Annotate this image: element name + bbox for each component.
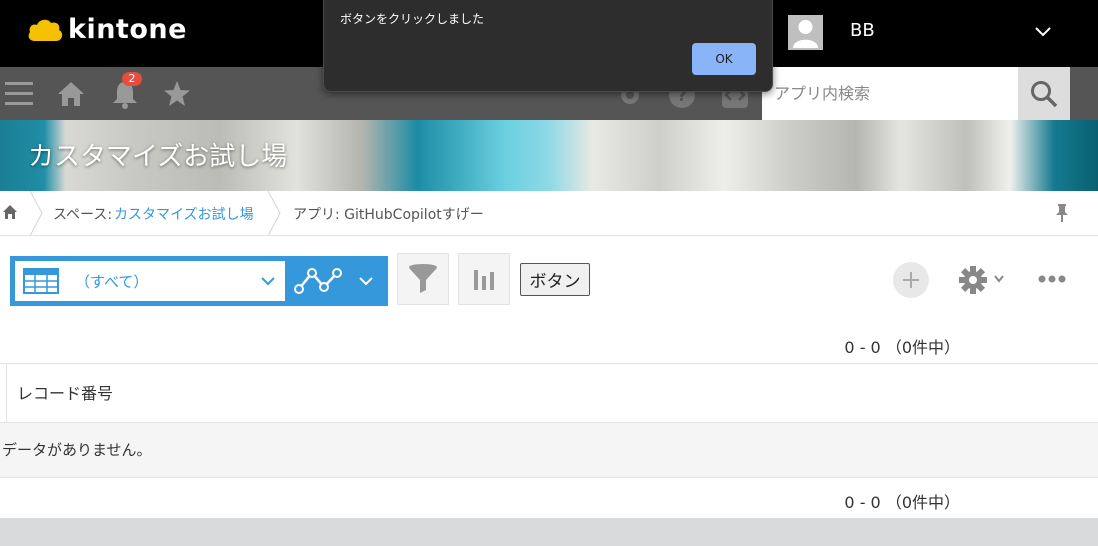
breadcrumb-separator xyxy=(267,191,281,236)
record-count-bottom: 0 - 0 （0件中） xyxy=(844,493,960,512)
plus-icon xyxy=(903,272,919,288)
cloud-logo-icon xyxy=(28,19,63,41)
custom-button[interactable]: ボタン xyxy=(520,263,590,296)
user-icon xyxy=(793,20,818,48)
filter-icon xyxy=(409,264,437,293)
home-icon[interactable] xyxy=(2,204,18,220)
more-icon[interactable] xyxy=(1038,274,1066,284)
breadcrumb: スペース: カスタマイズお試し場 アプリ: GitHubCopilotすげー xyxy=(0,191,1098,236)
chevron-down-icon xyxy=(359,277,373,286)
graph-selector[interactable] xyxy=(286,256,388,306)
user-name[interactable]: BB xyxy=(850,20,875,41)
search-input[interactable] xyxy=(762,67,1018,120)
view-toolbar: （すべて） ボタン xyxy=(0,236,1098,326)
kintone-logo[interactable]: kintone xyxy=(26,14,187,45)
bar-chart-icon xyxy=(474,270,494,290)
search-button[interactable] xyxy=(1018,67,1070,120)
chevron-down-icon[interactable] xyxy=(993,274,1005,284)
add-record-button[interactable] xyxy=(893,262,929,298)
alert-dialog: ボタンをクリックしました OK xyxy=(323,0,773,92)
table-view-icon xyxy=(23,268,59,294)
view-selector[interactable]: （すべて） xyxy=(10,256,286,306)
space-banner: カスタマイズお試し場 xyxy=(0,120,1098,191)
record-count: 0 - 0 （0件中） xyxy=(844,338,960,357)
graph-icon xyxy=(294,268,342,294)
star-icon[interactable] xyxy=(163,80,191,108)
breadcrumb-app: アプリ: GitHubCopilotすげー xyxy=(293,207,484,223)
menu-icon[interactable] xyxy=(4,80,34,108)
avatar[interactable] xyxy=(788,15,823,50)
page-title: カスタマイズお試し場 xyxy=(28,142,288,172)
dialog-message: ボタンをクリックしました xyxy=(340,12,485,26)
search-icon xyxy=(1031,80,1058,107)
table-header: レコード番号 xyxy=(0,363,1098,423)
pin-icon[interactable] xyxy=(1054,203,1070,223)
notification-badge: 2 xyxy=(122,72,142,86)
graph-button[interactable] xyxy=(458,253,510,305)
ok-button[interactable]: OK xyxy=(692,43,756,75)
home-icon[interactable] xyxy=(57,80,85,108)
filter-button[interactable] xyxy=(397,253,449,305)
empty-message: データがありません。 xyxy=(0,423,1098,478)
chevron-down-icon[interactable] xyxy=(1034,22,1052,40)
breadcrumb-separator xyxy=(29,191,43,236)
column-header-record-number[interactable]: レコード番号 xyxy=(6,364,113,423)
gear-icon[interactable] xyxy=(958,265,988,295)
chevron-down-icon xyxy=(261,277,275,286)
breadcrumb-space-prefix: スペース: xyxy=(53,207,113,223)
view-name: （すべて） xyxy=(75,273,149,291)
logo-text: kintone xyxy=(68,14,187,45)
footer xyxy=(0,518,1098,546)
breadcrumb-space-link[interactable]: カスタマイズお試し場 xyxy=(114,204,254,224)
